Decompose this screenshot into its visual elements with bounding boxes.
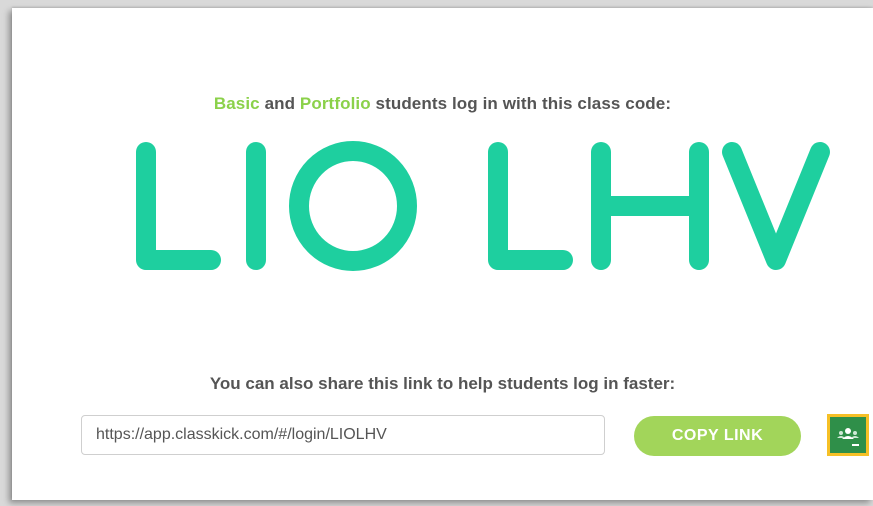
code-letter-6 [722,142,830,270]
code-letter-3 [289,141,417,271]
share-link-instructions: You can also share this link to help stu… [209,374,676,393]
code-letter-5 [591,142,709,270]
google-classroom-button[interactable] [827,414,869,456]
copy-link-button[interactable]: COPY LINK [634,416,801,456]
login-instructions: Basic and Portfolio students log in with… [12,94,873,114]
basic-label: Basic [213,94,260,113]
class-code-graphic [136,141,830,271]
code-letter-1 [136,142,221,270]
screenshot-frame: Basic and Portfolio students log in with… [0,0,873,506]
login-link-field[interactable]: https://app.classkick.com/#/login/LIOLHV [81,415,605,455]
google-classroom-icon [837,428,859,446]
instructions-rest: students log in with this class code: [370,94,672,113]
and-text: and [259,94,300,113]
class-code [12,130,873,290]
portfolio-label: Portfolio [299,94,371,113]
code-letter-4 [488,142,573,270]
class-code-panel: Basic and Portfolio students log in with… [12,8,873,500]
